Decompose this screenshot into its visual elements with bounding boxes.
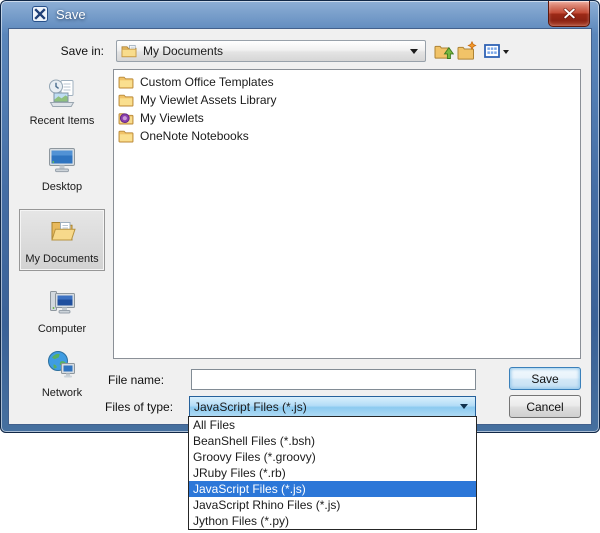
sidebar-item-label: Desktop [41,181,83,193]
up-one-level-button[interactable] [433,40,455,62]
file-list-item-label: My Viewlet Assets Library [140,93,277,107]
desktop-icon [49,148,75,173]
dialog-content: Save in: My Documents Recent Items Deskt… [8,28,592,425]
sidebar-item[interactable]: My Documents [19,209,105,271]
sidebar-item[interactable]: Recent Items [18,72,106,127]
type-option[interactable]: BeanShell Files (*.bsh) [189,433,476,449]
chevron-down-icon [460,404,468,413]
file-list-item[interactable]: My Viewlet Assets Library [118,91,580,109]
save-in-value: My Documents [143,44,224,58]
view-menu-button[interactable] [480,40,512,62]
file-list-item[interactable]: Custom Office Templates [118,73,580,91]
create-new-folder-icon [457,41,477,60]
sidebar-item[interactable]: Network [18,344,106,399]
folder-icon [118,76,134,89]
cancel-button[interactable]: Cancel [509,395,581,418]
files-of-type-label: Files of type: [105,400,174,414]
close-icon [562,8,576,19]
type-option[interactable]: Jython Files (*.py) [189,513,476,529]
create-new-folder-button[interactable] [456,40,478,62]
type-option[interactable]: JavaScript Rhino Files (*.js) [189,497,476,513]
save-button[interactable]: Save [509,367,581,390]
sidebar-item[interactable]: Computer [18,280,106,335]
file-list-item-label: My Viewlets [140,111,204,125]
folder-icon [118,94,134,107]
type-option[interactable]: Groovy Files (*.groovy) [189,449,476,465]
sidebar-item-label: Network [41,387,83,399]
files-of-type-dropdown: All Files BeanShell Files (*.bsh) Groovy… [188,416,477,530]
files-of-type-combobox[interactable]: JavaScript Files (*.js) [189,396,476,417]
close-button[interactable] [548,1,590,27]
file-list-item-label: Custom Office Templates [140,75,274,89]
my-documents-small-icon [121,45,137,58]
file-list-item[interactable]: OneNote Notebooks [118,127,580,145]
type-option[interactable]: All Files [189,417,476,433]
files-of-type-value: JavaScript Files (*.js) [194,399,307,414]
window-title: Save [56,6,86,22]
sidebar-item[interactable]: Desktop [18,138,106,193]
file-name-input[interactable] [191,369,476,390]
network-icon [48,351,75,378]
chevron-down-icon [502,49,509,57]
computer-icon [50,291,75,314]
file-list[interactable]: Custom Office Templates My Viewlet Asset… [113,69,581,359]
recent-items-icon [49,79,75,107]
type-option[interactable]: JavaScript Files (*.js) [189,481,476,497]
type-option[interactable]: JRuby Files (*.rb) [189,465,476,481]
titlebar[interactable]: Save [0,0,600,28]
viewlet-folder-icon [118,113,134,125]
up-one-level-icon [434,45,454,59]
folder-icon [118,130,134,143]
sidebar-item-label: Recent Items [29,115,95,127]
file-list-item[interactable]: My Viewlets [118,109,580,127]
my-documents-icon [51,222,76,241]
sidebar-item-label: My Documents [25,253,99,265]
view-menu-icon [483,44,500,58]
save-in-label: Save in: [60,44,104,58]
sidebar-item-label: Computer [37,323,87,335]
app-icon [32,6,48,22]
save-in-combobox[interactable]: My Documents [116,40,426,62]
save-dialog-window: Save Save in: My Documents Recent Items … [0,0,600,433]
file-name-label: File name: [108,373,165,387]
file-list-item-label: OneNote Notebooks [140,129,249,143]
chevron-down-icon [410,48,418,58]
